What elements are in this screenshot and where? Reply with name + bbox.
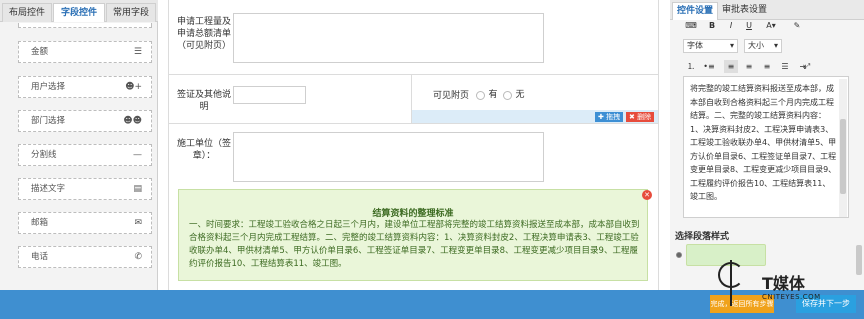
minus-icon: — (133, 150, 142, 160)
clear-format-icon[interactable]: ✎ (790, 19, 804, 32)
control-label: 分割线 (31, 150, 57, 160)
tab-common-fields[interactable]: 常用字段 (106, 3, 156, 22)
row-divider (168, 74, 658, 75)
control-label: 金额 (31, 47, 49, 57)
editor-content[interactable]: 将完整的竣工结算资料报送至成本部，成本部自收到合格资料起三个月内完成工程结算。二… (690, 82, 838, 204)
radio-no-label: 无 (515, 90, 525, 100)
font-size-select[interactable]: 大小 ▾ (744, 39, 782, 53)
phone-icon: ✆ (134, 252, 142, 262)
mail-icon: ✉ (134, 218, 142, 228)
textarea-contractor-seal[interactable] (233, 132, 544, 182)
control-label: 电话 (31, 252, 49, 262)
field-label-visa-notes: 签证及其他说明 (176, 90, 231, 112)
control-label: 邮箱 (31, 218, 49, 228)
ordered-list-icon[interactable]: ⒈ (684, 60, 698, 73)
finish-button[interactable]: 完成，返回所有步骤 (710, 295, 774, 313)
close-icon[interactable]: ✕ (642, 190, 652, 200)
control-user-select[interactable]: 用户选择 ☻+ (18, 76, 152, 98)
italic-icon[interactable]: I (725, 19, 737, 32)
bold-icon[interactable]: B (706, 19, 718, 32)
size-select-label: 大小 (748, 41, 764, 50)
row-divider (168, 123, 658, 124)
control-description-text[interactable]: 描述文字 ▤ (18, 178, 152, 200)
source-icon[interactable]: ⌨ (684, 19, 698, 32)
control-email[interactable]: 邮箱 ✉ (18, 212, 152, 234)
field-label-contractor-seal: 施工单位（签章）： (176, 139, 231, 161)
textarea-quantity-list[interactable] (233, 13, 544, 63)
delete-button[interactable]: ✖ 删除 (626, 112, 655, 122)
control-divider[interactable]: 分割线 — (18, 144, 152, 166)
control-label: 描述文字 (31, 184, 66, 194)
tab-control-settings[interactable]: 控件设置 (672, 2, 719, 20)
style-swatch-green[interactable] (686, 244, 766, 266)
style-section-title: 选择段落样式 (675, 232, 730, 242)
field-label-quantity-list: 申请工程量及申请总额清单（可见附页） (176, 17, 231, 51)
chevron-down-icon: ▾ (729, 41, 734, 50)
unordered-list-icon[interactable]: •≡ (702, 60, 716, 73)
rich-text-editor[interactable]: 将完整的竣工结算资料报送至成本部，成本部自收到合格资料起三个月内完成工程结算。二… (683, 76, 849, 218)
tab-layout-controls[interactable]: 布局控件 (2, 3, 52, 22)
input-visa-notes[interactable] (233, 86, 306, 104)
properties-panel: 控件设置 审批表设置 ⌨ B I U A▾ ✎ 字体 ▾ 大小 ▾ ⒈ •≡ ≡ ≡… (670, 0, 864, 290)
align-justify-icon[interactable]: ☰ (778, 60, 792, 73)
info-title: 结算资料的整理标准 (372, 209, 454, 219)
underline-icon[interactable]: U (743, 19, 755, 32)
font-color-icon[interactable]: A▾ (764, 19, 778, 32)
tab-form-settings[interactable]: 审批表设置 (718, 2, 771, 20)
font-family-select[interactable]: 字体 ▾ (683, 39, 738, 53)
fullscreen-icon[interactable]: ⤢ (800, 60, 814, 73)
editor-scrollbar[interactable] (839, 79, 847, 217)
radio-yes-label: 有 (488, 90, 498, 100)
form-canvas: 申请工程量及申请总额清单（可见附页） 签证及其他说明 可见附页 有 无 ✚ 拖拽… (158, 0, 670, 290)
align-center-icon[interactable]: ≡ (742, 60, 756, 73)
add-user-icon: ☻+ (125, 82, 142, 92)
align-right-icon[interactable]: ≡ (760, 60, 774, 73)
control-phone[interactable]: 电话 ✆ (18, 246, 152, 268)
control-amount[interactable]: 金额 ☰ (18, 41, 152, 63)
control-label: 用户选择 (31, 82, 66, 92)
control-label: 部门选择 (31, 116, 66, 126)
palette-tabs: 布局控件 字段控件 常用字段 (0, 0, 158, 22)
control-dept-select[interactable]: 部门选择 ☻☻ (18, 110, 152, 132)
align-left-icon[interactable]: ≡ (724, 60, 738, 73)
form-border-left (168, 0, 169, 290)
info-body: 一、时间要求：工程竣工验收合格之日起三个月内，建设单位工程部将完整的竣工结算资料… (189, 220, 640, 269)
field-label-attachment: 可见附页 (432, 91, 469, 101)
palette-list[interactable]: 金额 ☰ 用户选择 ☻+ 部门选择 ☻☻ 分割线 — 描述文字 ▤ 邮箱 ✉ 电话 ✆ (0, 23, 158, 290)
panel-scrollbar[interactable] (856, 245, 862, 275)
footer-bar: 完成，返回所有步骤 保存并下一步 (0, 290, 864, 319)
scrollbar-thumb[interactable] (840, 119, 846, 194)
text-icon: ▤ (133, 184, 142, 194)
radio-yes[interactable] (476, 91, 485, 100)
users-icon: ☻☻ (123, 116, 142, 126)
list-item-partial (18, 23, 152, 28)
tab-field-controls[interactable]: 字段控件 (53, 3, 105, 22)
style-radio[interactable] (676, 252, 682, 258)
chevron-down-icon: ▾ (773, 41, 778, 50)
database-icon: ☰ (133, 47, 142, 57)
drag-button[interactable]: ✚ 拖拽 (595, 112, 624, 122)
radio-no[interactable] (503, 91, 512, 100)
control-palette: 布局控件 字段控件 常用字段 金额 ☰ 用户选择 ☻+ 部门选择 ☻☻ 分割线 — 描述… (0, 0, 158, 290)
save-next-button[interactable]: 保存并下一步 (796, 295, 856, 313)
form-border-right (658, 0, 659, 290)
font-select-label: 字体 (687, 41, 703, 50)
properties-tabs: 控件设置 审批表设置 (670, 0, 864, 20)
info-panel: ✕ 结算资料的整理标准 一、时间要求：工程竣工验收合格之日起三个月内，建设单位工… (178, 189, 652, 281)
